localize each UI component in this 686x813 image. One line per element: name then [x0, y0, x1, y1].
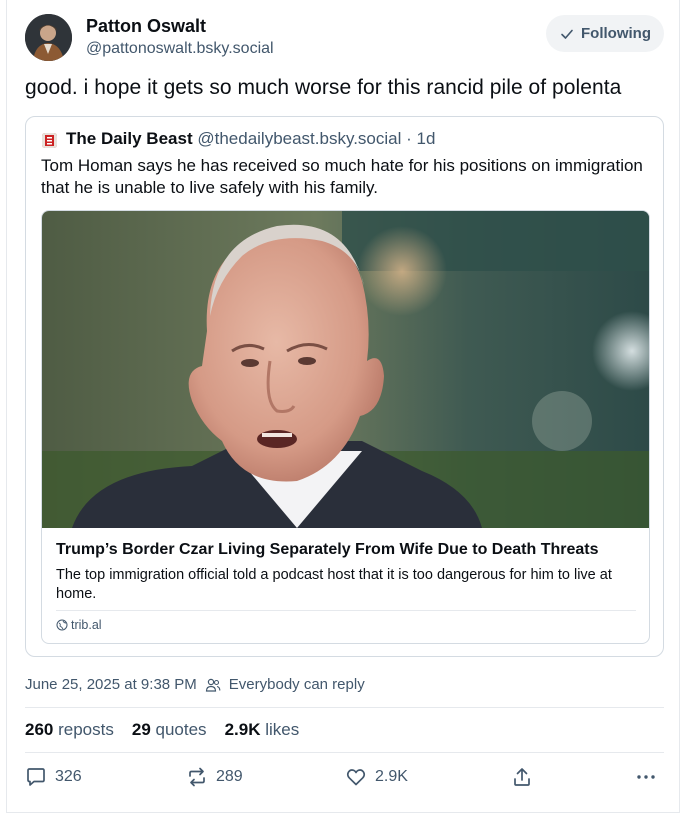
- ellipsis-icon: [637, 775, 655, 779]
- like-button[interactable]: 2.9K: [345, 766, 408, 788]
- quotes-stat[interactable]: 29 quotes: [132, 720, 207, 740]
- quoted-post-text: Tom Homan says he has received so much h…: [41, 156, 643, 197]
- reposts-label: reposts: [58, 720, 114, 739]
- repost-button[interactable]: 289: [186, 766, 243, 788]
- reposts-stat[interactable]: 260 reposts: [25, 720, 114, 740]
- reply-setting[interactable]: Everybody can reply: [229, 676, 365, 693]
- following-button[interactable]: Following: [546, 15, 664, 52]
- link-card-description: The top immigration official told a podc…: [56, 567, 612, 602]
- quoted-post-header: The Daily Beast @thedailybeast.bsky.soci…: [66, 129, 435, 149]
- author-handle[interactable]: @pattonoswalt.bsky.social: [86, 40, 274, 58]
- link-card-domain-text: trib.al: [71, 618, 102, 632]
- link-card-image: [42, 211, 649, 528]
- reply-button[interactable]: 326: [25, 766, 82, 788]
- share-icon: [514, 768, 530, 786]
- following-label: Following: [581, 25, 651, 42]
- engagement-stats: 260 reposts 29 quotes 2.9K likes: [25, 720, 299, 740]
- post-text: good. i hope it gets so much worse for t…: [25, 76, 622, 99]
- quoted-post[interactable]: The Daily Beast @thedailybeast.bsky.soci…: [25, 116, 664, 657]
- link-card-title: Trump’s Border Czar Living Separately Fr…: [56, 541, 599, 558]
- like-count: 2.9K: [375, 768, 408, 785]
- quoted-author-handle[interactable]: @thedailybeast.bsky.social: [197, 129, 401, 148]
- share-button[interactable]: [511, 766, 533, 788]
- divider: [25, 752, 664, 753]
- daily-beast-avatar: [42, 133, 57, 148]
- link-card-domain: trib.al: [56, 618, 102, 632]
- likes-label: likes: [265, 720, 300, 739]
- post-meta: June 25, 2025 at 9:38 PM Everybody can r…: [25, 676, 365, 693]
- repost-icon: [189, 767, 205, 787]
- author-name[interactable]: Patton Oswalt: [86, 16, 206, 37]
- likes-count: 2.9K: [224, 720, 261, 739]
- author-avatar[interactable]: [25, 14, 72, 61]
- quotes-label: quotes: [155, 720, 207, 739]
- link-card[interactable]: Trump’s Border Czar Living Separately Fr…: [41, 210, 650, 644]
- quotes-count: 29: [131, 720, 151, 739]
- quoted-post-age: · 1d: [406, 129, 436, 148]
- more-options-button[interactable]: [635, 766, 657, 788]
- reposts-count: 260: [25, 720, 54, 739]
- link-card-divider: [56, 610, 636, 611]
- divider: [25, 707, 664, 708]
- check-icon: [561, 29, 573, 39]
- people-icon: [205, 678, 221, 692]
- reply-icon: [27, 768, 45, 786]
- likes-stat[interactable]: 2.9K likes: [225, 720, 300, 740]
- heart-icon: [346, 769, 366, 786]
- post-timestamp[interactable]: June 25, 2025 at 9:38 PM: [25, 676, 197, 693]
- quoted-author-name[interactable]: The Daily Beast: [66, 129, 193, 148]
- reply-count: 326: [55, 768, 82, 785]
- repost-count: 289: [216, 768, 243, 785]
- globe-icon: [56, 619, 68, 631]
